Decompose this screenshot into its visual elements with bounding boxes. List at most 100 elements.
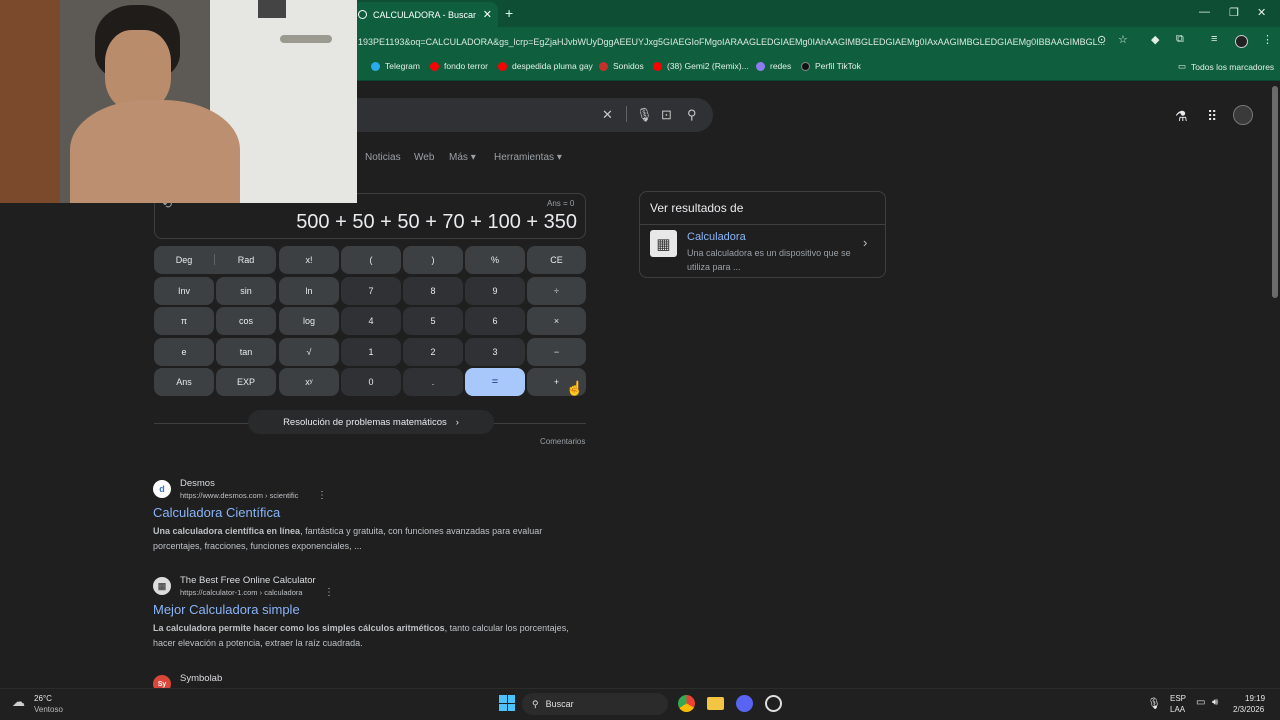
more-options-icon[interactable]: ⋮: [317, 490, 327, 501]
bookmark-telegram[interactable]: Telegram: [371, 61, 420, 71]
key-decimal[interactable]: .: [403, 368, 463, 396]
clear-search-icon[interactable]: ✕: [602, 107, 613, 123]
bookmark-sonidos[interactable]: Sonidos: [599, 61, 644, 71]
clock-date[interactable]: 2/3/2026: [1233, 705, 1264, 714]
file-explorer-icon[interactable]: [707, 697, 724, 710]
search-icon[interactable]: ⚲: [687, 107, 697, 123]
result-title-link[interactable]: Mejor Calculadora simple: [153, 602, 300, 617]
tab-noticias[interactable]: Noticias: [365, 152, 401, 163]
browser-tab[interactable]: CALCULADORA - Buscar con G... ✕: [352, 2, 498, 27]
volume-icon[interactable]: 🔊︎: [1212, 697, 1218, 708]
key-percent[interactable]: %: [465, 246, 525, 274]
key-factorial[interactable]: x!: [279, 246, 339, 274]
language-indicator[interactable]: ESP: [1170, 694, 1186, 703]
search-box[interactable]: [340, 98, 713, 132]
menu-kebab-icon[interactable]: ⋮: [1262, 33, 1273, 46]
app-taskbar-icon[interactable]: [765, 695, 782, 712]
voice-search-icon[interactable]: 🎙︎: [636, 107, 653, 123]
close-window-icon[interactable]: ✕: [1257, 6, 1266, 19]
weather-icon[interactable]: ☁: [12, 694, 25, 710]
math-solver-link[interactable]: Resolución de problemas matemáticos ›: [248, 410, 494, 434]
bookmark-fondo-terror[interactable]: fondo terror: [430, 61, 488, 71]
key-ans[interactable]: Ans: [154, 368, 214, 396]
keyboard-layout[interactable]: LAA: [1170, 705, 1185, 714]
all-bookmarks[interactable]: ▭ Todos los marcadores: [1178, 61, 1274, 72]
key-close-paren[interactable]: ): [403, 246, 463, 274]
key-7[interactable]: 7: [341, 277, 401, 305]
microphone-icon[interactable]: 🎙︎: [1147, 697, 1161, 710]
bookmark-gemi2[interactable]: (38) Gemi2 (Remix)...: [653, 61, 749, 71]
key-pi[interactable]: π: [154, 307, 214, 335]
bookmark-star-icon[interactable]: ☆: [1118, 33, 1128, 46]
google-account-avatar[interactable]: [1233, 105, 1253, 125]
key-multiply[interactable]: ×: [527, 307, 586, 335]
key-rad[interactable]: Rad: [216, 246, 276, 274]
panel-result-title[interactable]: Calculadora: [687, 231, 746, 243]
restore-icon[interactable]: ❐: [1229, 6, 1239, 19]
key-e[interactable]: e: [154, 338, 214, 366]
key-open-paren[interactable]: (: [341, 246, 401, 274]
key-sqrt[interactable]: √: [279, 338, 339, 366]
minimize-icon[interactable]: —: [1199, 6, 1210, 18]
tab-mas[interactable]: Más ▾: [449, 152, 476, 163]
discord-icon[interactable]: [736, 695, 753, 712]
result-title-link[interactable]: Calculadora Científica: [153, 505, 280, 520]
tab-web[interactable]: Web: [414, 152, 434, 163]
key-inv[interactable]: Inv: [154, 277, 214, 305]
key-tan[interactable]: tan: [216, 338, 276, 366]
key-sin[interactable]: sin: [216, 277, 276, 305]
key-ln[interactable]: ln: [279, 277, 339, 305]
network-icon[interactable]: ▭: [1196, 697, 1205, 708]
key-6[interactable]: 6: [465, 307, 525, 335]
key-cos[interactable]: cos: [216, 307, 276, 335]
youtube-icon: [498, 61, 507, 71]
feedback-link[interactable]: Comentarios: [540, 437, 585, 446]
key-4[interactable]: 4: [341, 307, 401, 335]
wall-poster: [258, 0, 286, 18]
tiktok-icon: [801, 61, 810, 71]
windows-start-icon[interactable]: [499, 695, 515, 711]
apps-grid-icon[interactable]: ⠿: [1207, 108, 1217, 125]
extension-puzzle-icon[interactable]: ◆: [1151, 33, 1159, 46]
address-bar[interactable]: 193PE1193&oq=CALCULADORA&gs_lcrp=EgZjaHJ…: [358, 33, 1138, 51]
extensions-icon[interactable]: ⧉: [1176, 33, 1184, 46]
key-2[interactable]: 2: [403, 338, 463, 366]
location-icon[interactable]: ⊙: [1097, 33, 1106, 46]
new-tab-icon[interactable]: +: [505, 5, 513, 21]
key-1[interactable]: 1: [341, 338, 401, 366]
desmos-favicon-icon: d: [153, 480, 171, 498]
clock-time[interactable]: 19:19: [1245, 694, 1265, 703]
key-0[interactable]: 0: [341, 368, 401, 396]
key-3[interactable]: 3: [465, 338, 525, 366]
profile-avatar[interactable]: [1235, 35, 1248, 48]
more-options-icon[interactable]: ⋮: [324, 587, 334, 598]
key-9[interactable]: 9: [465, 277, 525, 305]
labs-flask-icon[interactable]: ⚗: [1175, 108, 1188, 125]
media-icon[interactable]: ≡: [1211, 33, 1217, 45]
torso: [70, 100, 240, 203]
key-8[interactable]: 8: [403, 277, 463, 305]
key-minus[interactable]: −: [527, 338, 586, 366]
chevron-right-icon[interactable]: ›: [863, 235, 867, 250]
bookmark-redes[interactable]: redes: [756, 61, 791, 71]
key-divide[interactable]: ÷: [527, 277, 586, 305]
close-tab-icon[interactable]: ✕: [483, 8, 492, 21]
result-site-name: The Best Free Online Calculator: [180, 575, 316, 586]
lens-icon[interactable]: ⊡: [661, 107, 672, 123]
key-5[interactable]: 5: [403, 307, 463, 335]
key-deg[interactable]: Deg: [154, 246, 214, 274]
key-log[interactable]: log: [279, 307, 339, 335]
bookmark-tiktok[interactable]: Perfil TikTok: [801, 61, 861, 71]
key-exp[interactable]: EXP: [216, 368, 276, 396]
taskbar-search[interactable]: ⚲ Buscar: [522, 693, 668, 715]
weather-temp[interactable]: 26°C: [34, 694, 52, 703]
bookmark-despedida[interactable]: despedida pluma gay: [498, 61, 593, 71]
tab-herramientas[interactable]: Herramientas ▾: [494, 152, 562, 163]
result-url[interactable]: https://calculator-1.com › calculadora: [180, 588, 303, 597]
key-clear-entry[interactable]: CE: [527, 246, 586, 274]
scrollbar[interactable]: [1272, 86, 1278, 298]
chrome-taskbar-icon[interactable]: [678, 695, 695, 712]
key-equals[interactable]: =: [465, 368, 525, 396]
key-power[interactable]: xʸ: [279, 368, 339, 396]
result-url[interactable]: https://www.desmos.com › scientific: [180, 491, 298, 500]
